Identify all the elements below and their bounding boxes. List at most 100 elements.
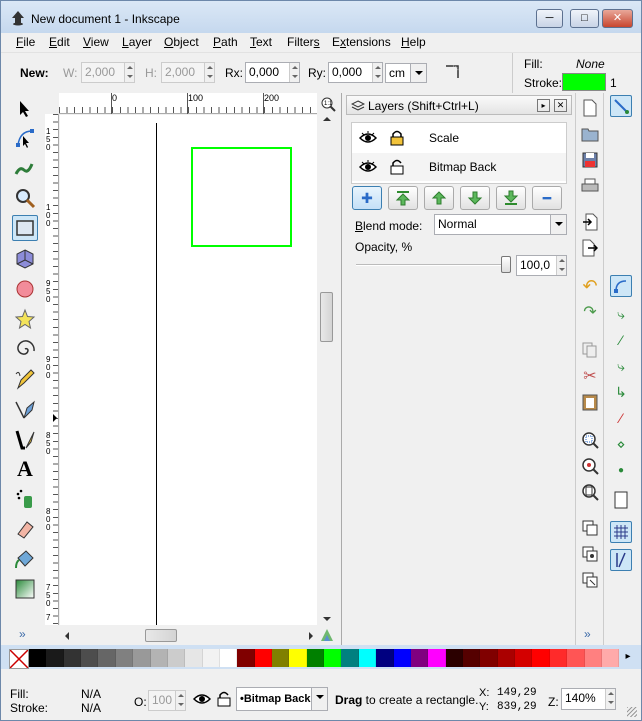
paint-bucket-tool-icon[interactable]	[12, 546, 38, 572]
color-swatch[interactable]	[532, 649, 550, 667]
raise-layer-button[interactable]	[424, 186, 454, 210]
snap-rotation-centers-icon[interactable]: ●	[610, 459, 632, 481]
color-swatch[interactable]	[410, 649, 429, 667]
layer-visibility-eye-icon[interactable]	[193, 691, 211, 707]
layer-row-bitmap-back[interactable]: Bitmap Back	[352, 153, 566, 181]
width-input[interactable]: 2,000	[81, 62, 135, 83]
snap-object-centers-icon[interactable]: ⋄	[610, 433, 632, 455]
eraser-tool-icon[interactable]	[12, 516, 38, 542]
star-tool-icon[interactable]	[12, 306, 38, 332]
dock-iconify-icon[interactable]: ▸	[537, 99, 550, 112]
stroke-color-swatch[interactable]	[562, 73, 606, 91]
snap-cusp-nodes-icon[interactable]: ⤷	[610, 355, 632, 377]
lock-closed-icon[interactable]	[389, 129, 405, 146]
opacity-stepper[interactable]	[556, 256, 566, 275]
current-layer-select[interactable]: •Bitmap Back	[236, 687, 328, 711]
unit-select[interactable]: cm	[385, 63, 427, 83]
color-swatch[interactable]	[341, 649, 359, 667]
horizontal-scrollbar[interactable]	[59, 627, 317, 644]
color-swatch[interactable]	[202, 649, 220, 667]
horizontal-scroll-thumb[interactable]	[145, 629, 177, 642]
color-swatch[interactable]	[219, 649, 238, 667]
green-rectangle[interactable]	[191, 147, 292, 247]
cut-icon[interactable]: ✂	[579, 365, 601, 387]
unlink-clone-icon[interactable]	[579, 569, 601, 591]
make-sharp-corners-icon[interactable]	[444, 63, 462, 81]
save-icon[interactable]	[579, 149, 601, 171]
dock-close-icon[interactable]: ✕	[554, 99, 567, 112]
color-swatch[interactable]	[549, 649, 568, 667]
ellipse-tool-icon[interactable]	[12, 276, 38, 302]
color-swatch[interactable]	[584, 649, 602, 667]
color-swatch[interactable]	[29, 649, 47, 667]
remove-layer-button[interactable]: ━	[532, 186, 562, 210]
color-swatch[interactable]	[272, 649, 290, 667]
snap-paths-icon[interactable]: ⤷	[610, 303, 632, 325]
color-swatch[interactable]	[497, 649, 516, 667]
snap-path-intersections-icon[interactable]: ⁄	[610, 329, 632, 351]
color-swatch[interactable]	[393, 649, 411, 667]
color-swatch[interactable]	[150, 649, 168, 667]
vertical-scrollbar[interactable]	[318, 114, 335, 625]
snap-smooth-nodes-icon[interactable]: ↳	[610, 381, 632, 403]
undo-icon[interactable]: ↶	[579, 275, 601, 297]
rx-stepper[interactable]	[289, 63, 299, 82]
color-swatch[interactable]	[46, 649, 64, 667]
add-layer-button[interactable]: ✚	[352, 186, 382, 210]
color-swatch[interactable]	[480, 649, 498, 667]
redo-icon[interactable]: ↷	[579, 301, 601, 323]
opacity-input[interactable]: 100,0	[516, 255, 567, 276]
enable-snapping-icon[interactable]	[610, 95, 632, 117]
snap-midpoints-icon[interactable]: ⁄	[610, 407, 632, 429]
clone-icon[interactable]	[579, 543, 601, 565]
rx-input[interactable]: 0,000	[245, 62, 300, 83]
color-swatch[interactable]	[133, 649, 151, 667]
height-input[interactable]: 2,000	[161, 62, 215, 83]
menu-object[interactable]: Object	[164, 35, 199, 49]
menu-file[interactable]: File	[16, 35, 35, 49]
snap-guides-icon[interactable]	[610, 549, 632, 571]
raise-to-top-button[interactable]	[388, 186, 418, 210]
resize-grip-icon[interactable]	[627, 707, 637, 717]
snap-page-border-icon[interactable]	[610, 489, 632, 511]
zoom-input[interactable]: 140%	[561, 688, 616, 710]
menu-layer[interactable]: Layer	[122, 35, 152, 49]
title-bar[interactable]: New document 1 - Inkscape ─ □ ✕	[1, 1, 641, 33]
spiral-tool-icon[interactable]	[12, 336, 38, 362]
no-paint-swatch[interactable]	[9, 649, 29, 669]
vertical-ruler[interactable]: 1 5 0 1 0 0 9 5 0 9 0 0 8 5 0 8 0 0 7 5 …	[45, 114, 59, 625]
paste-icon[interactable]	[579, 391, 601, 413]
toolbox-overflow-icon[interactable]: »	[19, 627, 26, 641]
zoom-stepper[interactable]	[605, 689, 615, 709]
print-icon[interactable]	[579, 175, 601, 197]
text-tool-icon[interactable]: A	[12, 456, 38, 482]
tweak-tool-icon[interactable]	[12, 154, 38, 180]
color-swatch[interactable]	[428, 649, 446, 667]
visibility-eye-icon[interactable]	[359, 159, 377, 175]
3d-box-tool-icon[interactable]	[12, 246, 38, 272]
zoom-selection-icon[interactable]	[579, 429, 601, 451]
layers-dock-header[interactable]: Layers (Shift+Ctrl+L) ▸ ✕	[346, 95, 572, 115]
duplicate-icon[interactable]	[579, 517, 601, 539]
opacity-slider-thumb[interactable]	[501, 256, 511, 273]
scroll-up-icon[interactable]	[323, 117, 331, 121]
color-swatch[interactable]	[98, 649, 116, 667]
status-opacity-input[interactable]: 100	[148, 690, 186, 711]
snap-grids-icon[interactable]	[610, 521, 632, 543]
color-swatch[interactable]	[515, 649, 533, 667]
copy-icon[interactable]	[579, 339, 601, 361]
scroll-down-icon[interactable]	[323, 617, 331, 621]
spray-tool-icon[interactable]	[12, 486, 38, 512]
color-swatch[interactable]	[289, 649, 307, 667]
layer-row-scale[interactable]: Scale	[352, 124, 566, 152]
color-swatch[interactable]	[306, 649, 325, 667]
color-swatch[interactable]	[445, 649, 463, 667]
color-swatch[interactable]	[63, 649, 82, 667]
menu-text[interactable]: Text	[250, 35, 272, 49]
calligraphy-tool-icon[interactable]	[12, 426, 38, 452]
close-button[interactable]: ✕	[602, 9, 633, 28]
menu-filters[interactable]: Filters	[287, 35, 320, 49]
open-file-icon[interactable]	[579, 123, 601, 145]
scroll-right-icon[interactable]	[309, 632, 313, 640]
menu-edit[interactable]: Edit	[49, 35, 70, 49]
